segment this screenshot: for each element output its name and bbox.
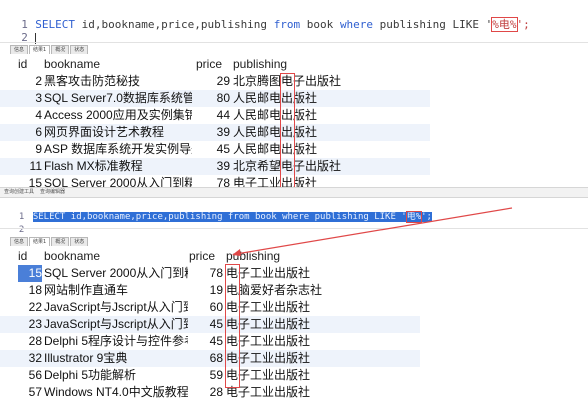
annotation-arrow	[232, 207, 513, 256]
